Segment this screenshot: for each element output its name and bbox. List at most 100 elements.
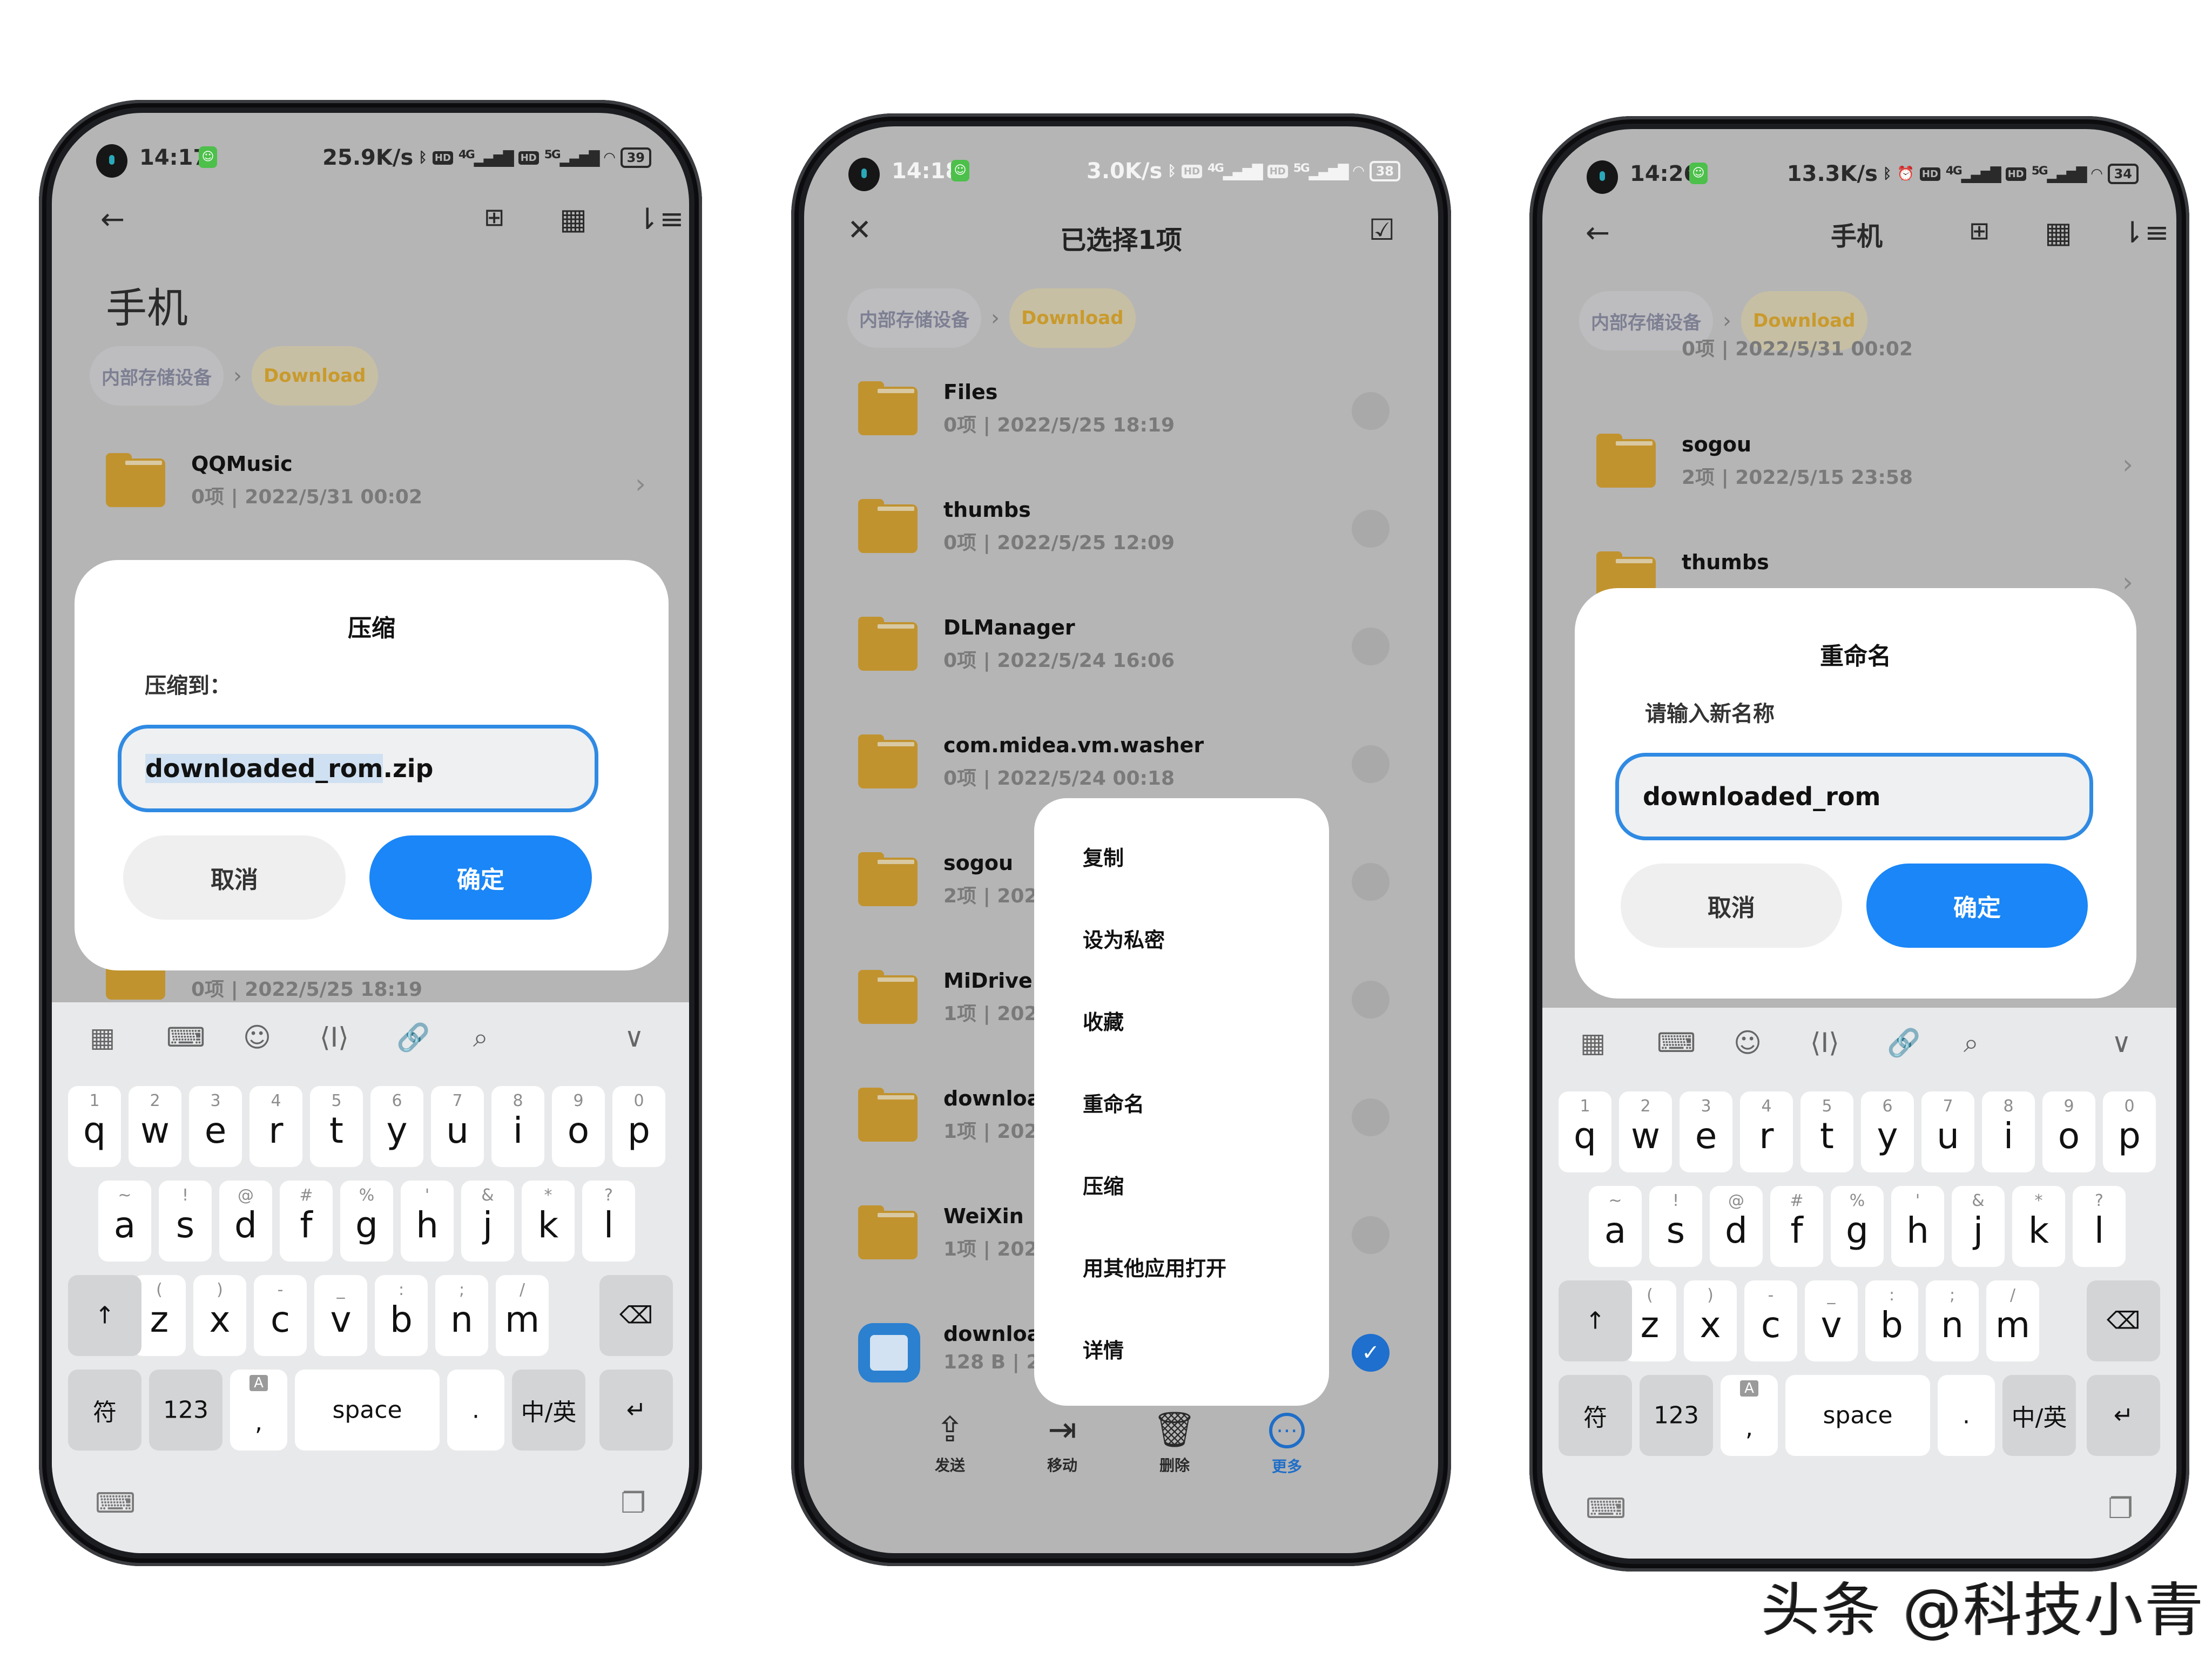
key-g[interactable]: % g bbox=[1831, 1186, 1884, 1267]
checkbox[interactable] bbox=[1352, 1216, 1390, 1254]
key-b[interactable]: :b bbox=[1865, 1280, 1918, 1361]
emoji-icon[interactable]: ☺ bbox=[243, 1024, 271, 1051]
key-f[interactable]: # f bbox=[280, 1181, 333, 1262]
period-key[interactable]: . bbox=[1938, 1375, 1995, 1456]
cancel-button[interactable]: 取消 bbox=[123, 835, 346, 920]
checkbox[interactable] bbox=[1352, 392, 1390, 430]
key-j[interactable]: & j bbox=[1952, 1186, 2005, 1267]
cursor-icon[interactable]: ⟨I⟩ bbox=[320, 1024, 349, 1051]
key-d[interactable]: @ d bbox=[219, 1181, 272, 1262]
key-n[interactable]: ; n bbox=[435, 1275, 488, 1356]
apps-icon[interactable]: ▦ bbox=[90, 1024, 115, 1051]
key-o[interactable]: 9o bbox=[552, 1086, 605, 1167]
search-icon[interactable]: ⌕ bbox=[473, 1024, 488, 1051]
key-s[interactable]: ! s bbox=[159, 1181, 212, 1262]
sort-icon[interactable]: ⇂≡ bbox=[2120, 218, 2169, 247]
emoji-icon[interactable]: ☺ bbox=[1734, 1029, 1762, 1056]
confirm-button[interactable]: 确定 bbox=[1866, 864, 2088, 948]
key-h[interactable]: ' h bbox=[401, 1181, 454, 1262]
language-switch-key[interactable]: 中/英 bbox=[2002, 1375, 2076, 1456]
key-u[interactable]: 7u bbox=[431, 1086, 484, 1167]
sort-icon[interactable]: ⇂≡ bbox=[635, 205, 684, 234]
keyboard-switch-icon[interactable]: ⌨ bbox=[1586, 1493, 1626, 1525]
action-more[interactable]: ⋯ 更多 bbox=[1255, 1413, 1319, 1476]
menu-item[interactable]: 用其他应用打开 bbox=[1083, 1252, 1226, 1282]
apps-icon[interactable]: ▦ bbox=[1580, 1029, 1606, 1056]
key-i[interactable]: 8i bbox=[1982, 1091, 2035, 1172]
key-l[interactable]: ? l bbox=[582, 1181, 635, 1262]
key-k[interactable]: * k bbox=[2012, 1186, 2065, 1267]
key-c[interactable]: -c bbox=[254, 1275, 307, 1356]
grid-view-icon[interactable]: ▦ bbox=[2045, 218, 2072, 247]
comma-key[interactable]: ,A bbox=[1721, 1375, 1778, 1456]
key-g[interactable]: % g bbox=[340, 1181, 393, 1262]
symbols-key[interactable]: 符 bbox=[68, 1370, 141, 1451]
cursor-icon[interactable]: ⟨I⟩ bbox=[1810, 1029, 1839, 1056]
clipboard-icon[interactable]: ❐ bbox=[2108, 1493, 2133, 1525]
search-icon[interactable]: ⌕ bbox=[1964, 1029, 1979, 1056]
space-key[interactable]: space bbox=[1785, 1375, 1930, 1456]
action-share[interactable]: ⇪ 发送 bbox=[918, 1413, 982, 1475]
menu-item[interactable]: 复制 bbox=[1083, 841, 1124, 871]
checkbox[interactable] bbox=[1352, 510, 1390, 548]
key-o[interactable]: 9o bbox=[2042, 1091, 2095, 1172]
cancel-button[interactable]: 取消 bbox=[1621, 864, 1842, 948]
key-n[interactable]: ; n bbox=[1926, 1280, 1979, 1361]
key-p[interactable]: 0p bbox=[2103, 1091, 2156, 1172]
menu-item[interactable]: 重命名 bbox=[1083, 1088, 1144, 1117]
clipboard-link-icon[interactable]: 🔗 bbox=[1887, 1029, 1920, 1056]
list-item[interactable]: QQMusic 0项 | 2022/5/31 00:02 › bbox=[106, 452, 657, 511]
key-q[interactable]: 1q bbox=[68, 1086, 121, 1167]
key-m[interactable]: / m bbox=[1986, 1280, 2039, 1361]
shift-key[interactable]: ↑ bbox=[68, 1275, 141, 1356]
symbols-key[interactable]: 符 bbox=[1559, 1375, 1632, 1456]
keyboard-switch-icon[interactable]: ⌨ bbox=[95, 1487, 136, 1520]
menu-item[interactable]: 收藏 bbox=[1083, 1006, 1124, 1035]
menu-item[interactable]: 设为私密 bbox=[1083, 923, 1165, 953]
key-p[interactable]: 0p bbox=[612, 1086, 665, 1167]
filename-input[interactable]: downloaded_rom bbox=[1615, 753, 2093, 840]
list-item[interactable]: Files 0项 | 2022/5/25 18:19 bbox=[858, 380, 1406, 440]
checkbox-checked[interactable]: ✓ bbox=[1352, 1334, 1390, 1372]
keyboard-layout-icon[interactable]: ⌨ bbox=[1657, 1029, 1696, 1056]
checkbox[interactable] bbox=[1352, 745, 1390, 783]
keyboard-layout-icon[interactable]: ⌨ bbox=[166, 1024, 205, 1051]
list-item[interactable]: sogou 2项 | 2022/5/15 23:58 › bbox=[1596, 433, 2144, 492]
list-item[interactable]: 0项 | 2022/5/31 00:02 bbox=[1596, 334, 2144, 367]
key-l[interactable]: ? l bbox=[2073, 1186, 2126, 1267]
key-t[interactable]: 5t bbox=[1800, 1091, 1853, 1172]
key-k[interactable]: * k bbox=[522, 1181, 575, 1262]
language-switch-key[interactable]: 中/英 bbox=[512, 1370, 585, 1451]
key-d[interactable]: @ d bbox=[1710, 1186, 1763, 1267]
menu-item[interactable]: 压缩 bbox=[1083, 1170, 1124, 1199]
list-item[interactable]: DLManager 0项 | 2022/5/24 16:06 bbox=[858, 616, 1406, 675]
key-w[interactable]: 2w bbox=[1619, 1091, 1672, 1172]
menu-item[interactable]: 详情 bbox=[1083, 1334, 1124, 1364]
key-b[interactable]: :b bbox=[375, 1275, 428, 1356]
key-v[interactable]: _ v bbox=[314, 1275, 367, 1356]
shift-key[interactable]: ↑ bbox=[1559, 1280, 1632, 1361]
checkbox[interactable] bbox=[1352, 863, 1390, 901]
select-all-icon[interactable]: ☑ bbox=[1369, 215, 1395, 245]
action-delete[interactable]: 🗑 删除 bbox=[1142, 1413, 1207, 1475]
key-a[interactable]: ~ a bbox=[98, 1181, 151, 1262]
breadcrumb-current[interactable]: Download bbox=[1009, 288, 1136, 348]
breadcrumb-current[interactable]: Download bbox=[252, 346, 378, 406]
enter-key[interactable]: ↵ bbox=[599, 1370, 673, 1451]
arrow-left-icon[interactable]: ← bbox=[100, 205, 125, 234]
key-x[interactable]: ) x bbox=[193, 1275, 246, 1356]
comma-key[interactable]: ,A bbox=[230, 1370, 287, 1451]
key-i[interactable]: 8i bbox=[491, 1086, 544, 1167]
key-m[interactable]: / m bbox=[496, 1275, 549, 1356]
key-f[interactable]: # f bbox=[1770, 1186, 1823, 1267]
breadcrumb-root[interactable]: 内部存储设备 bbox=[90, 346, 224, 406]
action-move[interactable]: ⇥ 移动 bbox=[1030, 1413, 1095, 1475]
space-key[interactable]: space bbox=[295, 1370, 440, 1451]
checkbox[interactable] bbox=[1352, 981, 1390, 1019]
key-e[interactable]: 3e bbox=[1680, 1091, 1732, 1172]
checkbox[interactable] bbox=[1352, 1098, 1390, 1136]
clipboard-icon[interactable]: ❐ bbox=[621, 1487, 646, 1520]
key-e[interactable]: 3e bbox=[189, 1086, 242, 1167]
grid-view-icon[interactable]: ▦ bbox=[559, 205, 587, 234]
key-h[interactable]: ' h bbox=[1891, 1186, 1944, 1267]
